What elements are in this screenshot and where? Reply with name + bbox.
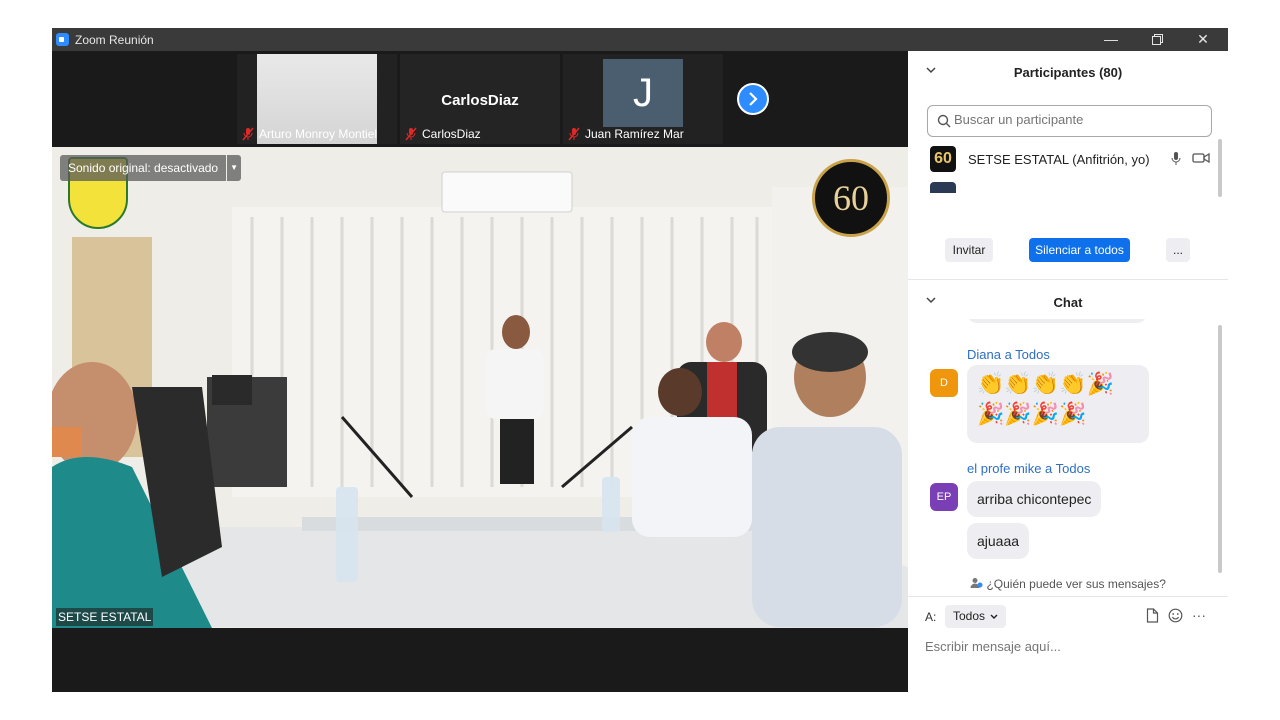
participants-title: Participantes (80) — [1013, 65, 1123, 80]
participant-name: CarlosDiaz — [422, 127, 481, 141]
participant-name: Juan Ramírez Mar — [585, 127, 684, 141]
participant-search[interactable] — [927, 105, 1212, 137]
participant-controls — [1170, 151, 1210, 167]
video-tile-arturo[interactable]: Arturo Monroy Montiel — [237, 54, 397, 144]
emoji-line: 🎉🎉🎉🎉 — [977, 401, 1087, 426]
camera-icon[interactable] — [1192, 151, 1210, 165]
participants-header: Participantes (80) — [908, 51, 1228, 91]
microphone-icon[interactable] — [1170, 151, 1182, 167]
tile-label: Juan Ramírez Mar — [567, 127, 684, 141]
sender-avatar: D — [930, 369, 958, 397]
more-button[interactable]: ... — [1166, 238, 1190, 262]
emoji-icon[interactable] — [1168, 608, 1183, 623]
message-bubble[interactable]: 👏👏👏👏🎉 🎉🎉🎉🎉 — [967, 365, 1149, 443]
participant-list: 60 SETSE ESTATAL (Anfitrión, yo) — [908, 143, 1228, 193]
tile-label: CarlosDiaz — [404, 127, 481, 141]
who-can-see-text[interactable]: ¿Quién puede ver sus mensajes? — [986, 577, 1165, 591]
side-panel: Participantes (80) 60 SETSE ESTATAL (Anf… — [908, 51, 1228, 692]
chevron-down-icon[interactable]: ▼ — [227, 155, 242, 181]
message-sender: el profe mike a Todos — [967, 461, 1091, 476]
next-page-button[interactable] — [737, 83, 769, 115]
chevron-down-icon — [990, 614, 998, 619]
chevron-right-icon — [749, 92, 758, 106]
video-tile-carlos[interactable]: CarlosDiaz CarlosDiaz — [400, 54, 560, 144]
active-speaker-name: SETSE ESTATAL — [56, 608, 154, 626]
message-bubble[interactable]: ajuaaa — [967, 523, 1030, 559]
recipient-value[interactable]: Todos — [953, 609, 985, 623]
participant-name: SETSE ESTATAL (Anfitrión, yo) — [968, 152, 1150, 167]
previous-message-bubble — [967, 319, 1147, 323]
original-sound-label[interactable]: Sonido original: desactivado — [60, 155, 227, 181]
mic-muted-icon — [405, 127, 417, 141]
participant-avatar — [930, 182, 956, 193]
participant-row[interactable] — [908, 179, 1220, 193]
recipient-select[interactable]: Todos — [945, 605, 1007, 628]
window-title: Zoom Reunión — [75, 33, 154, 47]
chat-messages: Diana a Todos D 👏👏👏👏🎉 🎉🎉🎉🎉 el profe mike… — [908, 319, 1228, 574]
active-speaker-video: 60 Sonido original: desactivado ▼ SETSE … — [52, 147, 908, 628]
participant-scrollbar[interactable] — [1218, 139, 1222, 197]
message-bubble[interactable]: arriba chicontepec — [967, 481, 1102, 517]
tile-label: Arturo Monroy Montiel — [241, 127, 377, 141]
participant-avatar: J — [603, 59, 683, 127]
more-options-icon[interactable]: ··· — [1192, 608, 1206, 623]
composer-actions: ··· — [1146, 608, 1206, 623]
message-sender: Diana a Todos — [967, 347, 1050, 362]
participant-display-name: CarlosDiaz — [441, 92, 519, 109]
participant-name: Arturo Monroy Montiel — [259, 127, 378, 141]
sender-avatar: EP — [930, 483, 958, 511]
recipient-label: A: — [925, 610, 937, 624]
who-can-see-link[interactable]: ¿Quién puede ver sus mensajes? — [908, 577, 1228, 591]
restore-icon[interactable] — [1141, 30, 1173, 49]
mic-muted-icon — [568, 127, 580, 141]
emoji-line: 👏👏👏👏🎉 — [977, 371, 1114, 396]
composer-divider — [908, 596, 1228, 597]
people-icon — [970, 578, 983, 588]
original-sound-toggle[interactable]: Sonido original: desactivado ▼ — [60, 155, 242, 181]
participant-row[interactable]: 60 SETSE ESTATAL (Anfitrión, yo) — [908, 143, 1220, 177]
search-input[interactable] — [954, 112, 1204, 127]
chat-message-input[interactable] — [925, 639, 1215, 654]
file-icon[interactable] — [1146, 608, 1159, 623]
mute-all-button[interactable]: Silenciar a todos — [1029, 238, 1130, 262]
chat-header: Chat — [908, 281, 1228, 321]
participant-strip: Arturo Monroy Montiel CarlosDiaz CarlosD… — [52, 51, 908, 147]
zoom-app-icon — [56, 33, 69, 46]
close-icon[interactable]: ✕ — [1187, 30, 1219, 49]
title-bar: Zoom Reunión — ✕ — [52, 28, 1228, 51]
video-tile-juan[interactable]: J Juan Ramírez Mar — [563, 54, 723, 144]
mic-muted-icon — [242, 127, 254, 141]
invite-button[interactable]: Invitar — [945, 238, 993, 262]
minimize-icon[interactable]: — — [1095, 30, 1127, 49]
chat-scrollbar[interactable] — [1218, 325, 1222, 573]
anniversary-number: 60 — [833, 178, 869, 218]
anniversary-badge: 60 — [812, 159, 890, 237]
participant-avatar: 60 — [930, 146, 956, 172]
search-icon — [937, 114, 951, 128]
participant-actions: Invitar Silenciar a todos ... — [908, 238, 1228, 267]
section-divider — [908, 279, 1228, 280]
zoom-window: Zoom Reunión — ✕ Arturo Monroy Montiel C… — [52, 28, 1228, 692]
video-area: Arturo Monroy Montiel CarlosDiaz CarlosD… — [52, 51, 908, 692]
chat-title: Chat — [1053, 295, 1083, 310]
meeting-room-scene — [52, 147, 908, 628]
